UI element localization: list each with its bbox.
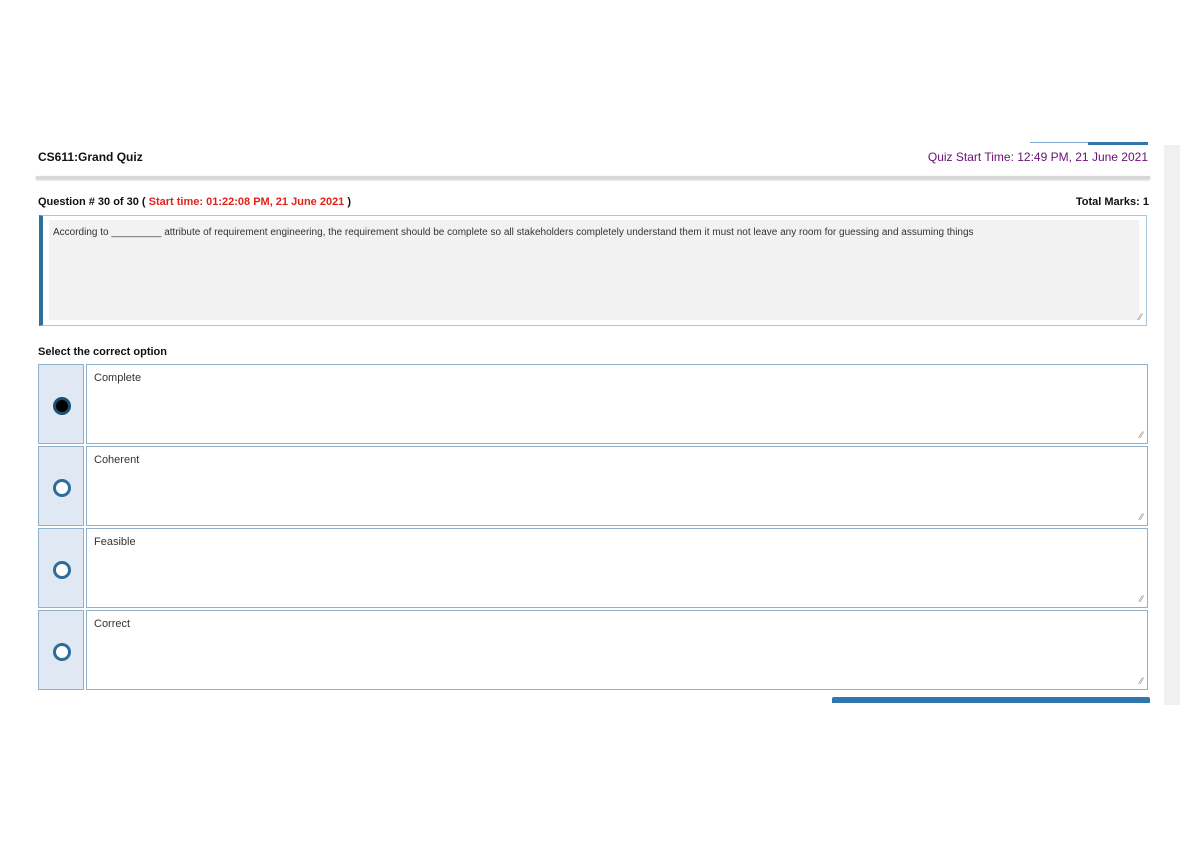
question-box: According to _________ attribute of requ… <box>39 215 1147 326</box>
option-label: Coherent <box>94 454 140 466</box>
option-label: Complete <box>94 372 142 384</box>
radio-button-selected[interactable] <box>53 397 71 415</box>
radio-cell[interactable] <box>38 610 84 690</box>
option-label: Correct <box>94 618 131 630</box>
radio-cell[interactable] <box>38 528 84 608</box>
option-label: Feasible <box>94 536 136 548</box>
submit-button-bar[interactable] <box>832 697 1150 703</box>
quiz-start-time: Quiz Start Time: 12:49 PM, 21 June 2021 <box>927 150 1148 164</box>
radio-button[interactable] <box>53 479 71 497</box>
answer-box[interactable]: Complete ⁄⁄ <box>86 364 1148 444</box>
resize-grip-icon[interactable]: ⁄⁄ <box>1140 430 1143 440</box>
tab-indicator-right <box>1088 142 1148 145</box>
question-close-paren: ) <box>347 196 352 208</box>
question-text[interactable]: According to _________ attribute of requ… <box>49 220 1139 320</box>
select-option-label: Select the correct option <box>38 346 167 358</box>
radio-cell[interactable] <box>38 364 84 444</box>
question-number: Question # 30 of 30 ( <box>38 196 146 208</box>
resize-grip-icon[interactable]: ⁄⁄ <box>1140 512 1143 522</box>
option-row[interactable]: Correct ⁄⁄ <box>38 610 1148 690</box>
resize-grip-icon[interactable]: ⁄⁄ <box>1140 594 1143 604</box>
question-start-time: Start time: 01:22:08 PM, 21 June 2021 <box>148 196 345 208</box>
quiz-title: CS611:Grand Quiz <box>38 150 143 164</box>
answer-box[interactable]: Correct ⁄⁄ <box>86 610 1148 690</box>
answer-box[interactable]: Feasible ⁄⁄ <box>86 528 1148 608</box>
option-row[interactable]: Complete ⁄⁄ <box>38 364 1148 444</box>
radio-button[interactable] <box>53 561 71 579</box>
total-marks: Total Marks: 1 <box>1075 196 1149 208</box>
resize-grip-icon[interactable]: ⁄⁄ <box>1140 676 1143 686</box>
option-row[interactable]: Feasible ⁄⁄ <box>38 528 1148 608</box>
scrollbar-track[interactable] <box>1164 145 1180 705</box>
resize-grip-icon[interactable]: ⁄⁄ <box>1139 312 1142 322</box>
question-heading: Question # 30 of 30 ( Start time: 01:22:… <box>38 196 351 208</box>
header-divider <box>36 176 1150 179</box>
radio-button[interactable] <box>53 643 71 661</box>
tab-indicator-left <box>1030 142 1088 143</box>
option-row[interactable]: Coherent ⁄⁄ <box>38 446 1148 526</box>
radio-cell[interactable] <box>38 446 84 526</box>
answer-box[interactable]: Coherent ⁄⁄ <box>86 446 1148 526</box>
